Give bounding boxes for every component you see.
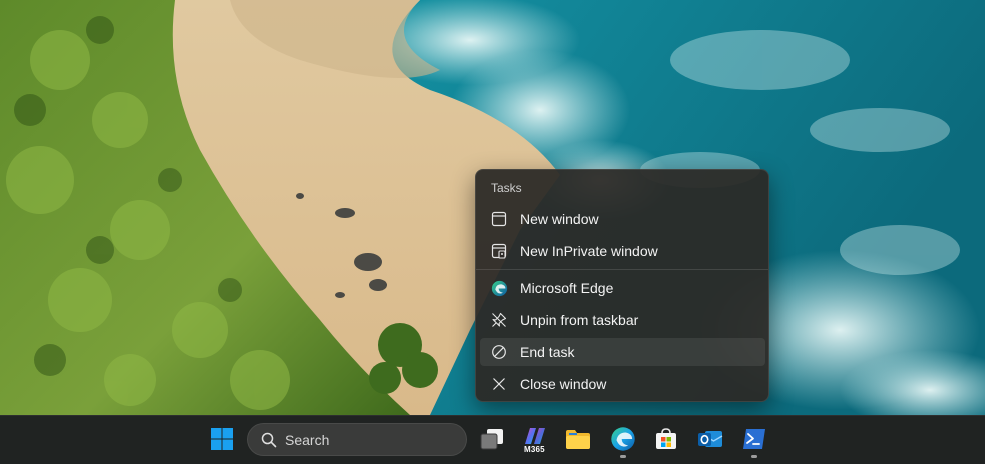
running-indicator (751, 455, 757, 458)
m365-icon: M365 (521, 426, 549, 456)
menu-separator (476, 269, 768, 270)
menu-item-label: New window (520, 211, 599, 227)
menu-item-label: Microsoft Edge (520, 280, 614, 296)
task-view-icon (479, 428, 505, 455)
menu-item-unpin-from-taskbar[interactable]: Unpin from taskbar (480, 306, 765, 334)
search-placeholder: Search (285, 431, 330, 448)
m365-label: M365 (524, 445, 545, 454)
microsoft-store-button[interactable] (646, 421, 686, 461)
outlook-icon (697, 427, 723, 456)
end-task-icon (490, 343, 508, 361)
folder-icon (565, 428, 591, 455)
search-icon (261, 432, 277, 448)
task-view-button[interactable] (472, 421, 512, 461)
microsoft-edge-taskbar-button[interactable] (603, 421, 643, 461)
taskbar: Search M365 (0, 415, 985, 464)
unpin-icon (490, 311, 508, 329)
edge-icon (490, 279, 508, 297)
menu-item-microsoft-edge[interactable]: Microsoft Edge (480, 274, 765, 302)
menu-item-label: End task (520, 344, 575, 360)
menu-item-label: Unpin from taskbar (520, 312, 639, 328)
taskbar-search-box[interactable]: Search (247, 423, 467, 456)
close-icon (490, 375, 508, 393)
menu-item-end-task[interactable]: End task (480, 338, 765, 366)
menu-item-new-inprivate-window[interactable]: New InPrivate window (480, 237, 765, 265)
menu-item-close-window[interactable]: Close window (480, 370, 765, 398)
terminal-icon (742, 428, 766, 455)
store-icon (654, 427, 678, 456)
menu-item-label: New InPrivate window (520, 243, 658, 259)
microsoft-365-copilot-button[interactable]: M365 (515, 421, 555, 461)
file-explorer-button[interactable] (558, 421, 598, 461)
terminal-button[interactable] (734, 421, 774, 461)
window-icon (490, 210, 508, 228)
outlook-button[interactable] (690, 421, 730, 461)
edge-jump-list-menu: Tasks New window New InPrivate window Mi… (475, 169, 769, 402)
edge-icon (610, 426, 636, 457)
windows-logo-icon (210, 427, 234, 456)
inprivate-window-icon (490, 242, 508, 260)
menu-item-label: Close window (520, 376, 607, 392)
start-button[interactable] (202, 421, 242, 461)
menu-item-new-window[interactable]: New window (480, 205, 765, 233)
running-indicator (620, 455, 626, 458)
jump-list-heading: Tasks (491, 181, 522, 195)
